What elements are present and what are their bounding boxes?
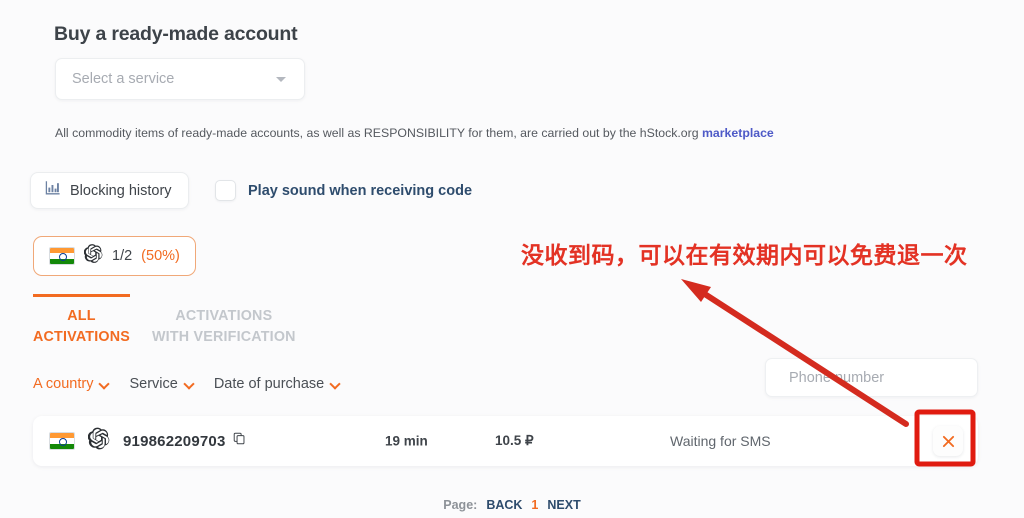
pagination-back[interactable]: BACK [486,498,522,512]
pagination: Page: BACK 1 NEXT [0,498,1024,512]
tab-verification-line1: ACTIVATIONS [175,308,273,324]
openai-logo-icon [83,244,103,268]
copy-icon[interactable] [233,432,246,450]
blocking-history-button[interactable]: Blocking history [30,172,189,209]
openai-logo-icon [87,427,110,455]
filter-service[interactable]: Service [129,376,193,392]
pagination-next[interactable]: NEXT [547,498,580,512]
chevron-down-icon [276,77,286,82]
tab-all-activations-line1: ALL [67,308,96,324]
phone-number-search[interactable]: Phone number [765,358,978,397]
filter-country[interactable]: A country [33,376,109,392]
flag-india-icon [49,247,75,265]
chevron-down-icon [185,380,194,389]
annotation-note-text: 没收到码，可以在有效期内可以免费退一次 [521,242,968,268]
service-select[interactable]: Select a service [55,58,305,100]
filter-date-of-purchase[interactable]: Date of purchase [214,376,340,392]
tab-verification-line2: WITH VERIFICATION [151,328,296,345]
filter-bar: A country Service Date of purchase [33,376,340,392]
counter-percent: (50%) [141,248,180,264]
counter-fraction: 1/2 [112,248,133,264]
flag-india-icon [49,432,75,450]
blocking-history-label: Blocking history [70,182,172,199]
play-sound-row[interactable]: Play sound when receiving code [215,180,472,201]
status-cell: Waiting for SMS [670,433,771,449]
marketplace-link[interactable]: marketplace [702,126,774,140]
page-root: Buy a ready-made account Select a servic… [0,0,1024,518]
chevron-down-icon [331,380,340,389]
activation-counter-badge[interactable]: 1/2 (50%) [33,236,196,276]
chevron-down-icon [100,380,109,389]
phone-number-value: 919862209703 [123,432,226,450]
phone-number-cell[interactable]: 919862209703 [123,432,246,450]
play-sound-checkbox[interactable] [215,180,236,201]
table-row[interactable]: 919862209703 19 min 10.5 ₽ Waiting for S… [33,416,978,466]
notice-body: All commodity items of ready-made accoun… [55,126,702,140]
filter-service-label: Service [129,376,178,392]
red-arrow [681,279,909,427]
page-title: Buy a ready-made account [54,23,298,45]
time-left-cell: 19 min [385,433,428,449]
tab-all-activations[interactable]: ALL ACTIVATIONS [33,294,130,347]
price-cell: 10.5 ₽ [495,433,534,448]
bar-chart-icon [45,180,61,201]
play-sound-label[interactable]: Play sound when receiving code [248,183,472,199]
activation-tabs: ALL ACTIVATIONS ACTIVATIONS WITH VERIFIC… [33,294,296,347]
notice-text: All commodity items of ready-made accoun… [55,126,774,140]
tab-all-activations-line2: ACTIVATIONS [33,328,130,345]
tab-activations-with-verification[interactable]: ACTIVATIONS WITH VERIFICATION [152,294,296,347]
filter-country-label: A country [33,376,94,392]
cancel-activation-button[interactable] [933,426,963,456]
pagination-page-1[interactable]: 1 [531,498,538,512]
pagination-label: Page: [443,498,478,512]
service-select-placeholder: Select a service [72,71,175,87]
filter-date-label: Date of purchase [213,376,325,392]
phone-number-placeholder: Phone number [789,369,885,386]
